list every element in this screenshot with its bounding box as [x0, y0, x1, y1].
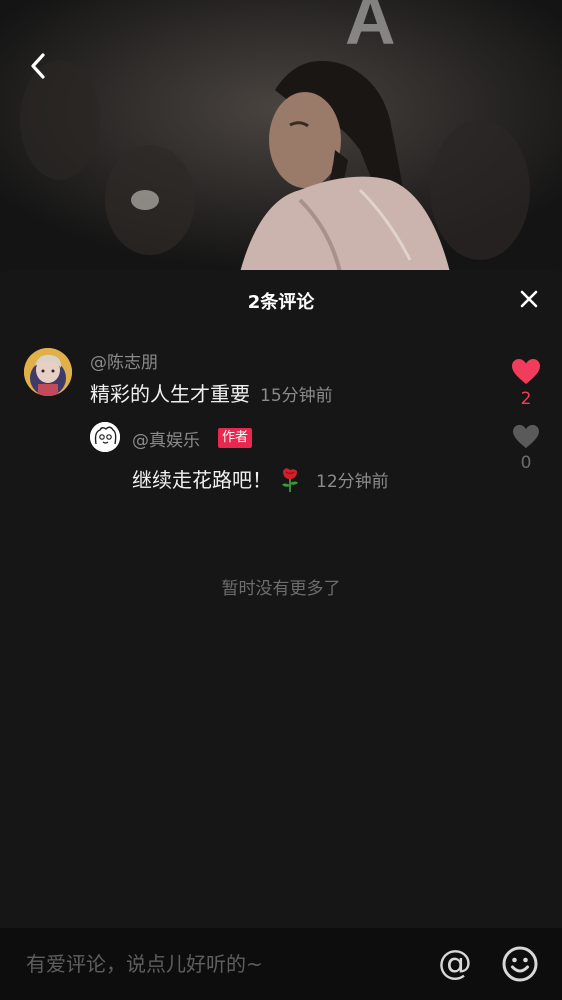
reply-avatar[interactable] — [90, 422, 120, 452]
heart-icon — [513, 424, 539, 449]
avatar[interactable] — [24, 348, 72, 396]
reply-timestamp: 12分钟前 — [316, 472, 389, 492]
cartoon-avatar-icon — [90, 422, 120, 452]
avatar-photo-icon — [24, 348, 72, 396]
comments-sheet: 2条评论 @陈志朋 精彩的人生才重要 15分钟前 2 @真娱乐 作者 继续走花路… — [0, 270, 562, 1000]
author-badge: 作者 — [218, 428, 253, 448]
background-signage: A — [345, 0, 406, 59]
comment-timestamp: 15分钟前 — [260, 386, 333, 406]
like-button[interactable]: 2 — [506, 358, 546, 409]
close-icon — [520, 290, 538, 308]
heart-filled-icon — [512, 359, 540, 384]
comment-input-bar: @ — [0, 928, 562, 1000]
comment-username[interactable]: @陈志朋 — [90, 348, 158, 373]
close-button[interactable] — [518, 288, 540, 310]
reply-like-count: 0 — [520, 453, 532, 473]
comment-input[interactable] — [26, 950, 406, 978]
comment-body: 精彩的人生才重要 — [90, 382, 250, 406]
comment-text[interactable]: 精彩的人生才重要 15分钟前 — [90, 378, 333, 407]
mention-button[interactable]: @ — [436, 942, 474, 984]
back-chevron-icon — [31, 53, 45, 79]
no-more-comments-note: 暂时没有更多了 — [221, 579, 341, 599]
emoji-button[interactable] — [501, 945, 539, 983]
rose-emoji-icon — [278, 465, 302, 498]
reply-username[interactable]: @真娱乐 — [132, 426, 200, 451]
reply-item: @真娱乐 作者 继续走花路吧！ 12分钟前 0 — [0, 420, 562, 500]
video-player[interactable]: A — [0, 0, 562, 272]
reply-body: 继续走花路吧！ — [132, 468, 272, 492]
smiley-icon — [502, 946, 538, 982]
back-button[interactable] — [22, 48, 58, 84]
video-frame — [0, 0, 562, 272]
comments-count-title: 2条评论 — [247, 292, 315, 313]
reply-text[interactable]: 继续走花路吧！ 12分钟前 — [132, 464, 389, 498]
like-count: 2 — [520, 389, 532, 409]
reply-like-button[interactable]: 0 — [506, 424, 546, 473]
